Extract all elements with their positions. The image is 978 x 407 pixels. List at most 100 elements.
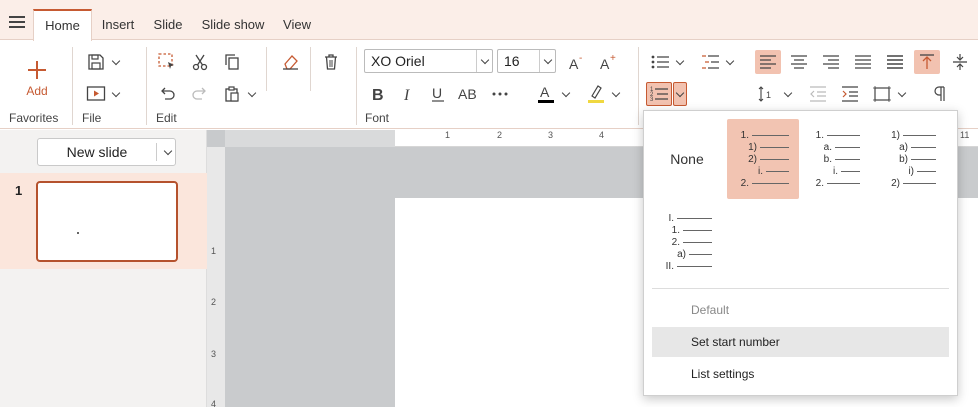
- list-marker: 1.: [815, 129, 824, 141]
- redo-icon[interactable]: [188, 82, 212, 106]
- align-left-icon[interactable]: [755, 50, 781, 74]
- decrease-font-size-icon[interactable]: A-: [566, 50, 590, 74]
- new-slide-button[interactable]: New slide: [37, 138, 176, 166]
- svg-text:B: B: [372, 87, 384, 103]
- list-line: [911, 146, 936, 148]
- list-marker: 2): [891, 177, 900, 189]
- paste-icon[interactable]: [220, 82, 244, 106]
- align-right-icon[interactable]: [819, 50, 843, 74]
- text-box-dropdown-chevron-icon[interactable]: [896, 82, 908, 106]
- ruler-number: 4: [599, 130, 605, 140]
- list-marker: 2): [748, 153, 757, 165]
- list-line: [827, 134, 860, 136]
- list-line: [766, 170, 789, 172]
- list-marker: 1.: [671, 224, 680, 236]
- text-box-margins-icon[interactable]: [870, 82, 894, 106]
- ruler-number: 2: [211, 297, 217, 307]
- ruler-number: 3: [211, 349, 217, 359]
- default-menu-item[interactable]: Default: [652, 295, 949, 325]
- slide-list-item[interactable]: 1: [0, 173, 207, 269]
- save-icon[interactable]: [84, 50, 108, 74]
- font-group-label: Font: [365, 111, 390, 125]
- list-line: [903, 182, 936, 184]
- distributed-icon[interactable]: [883, 50, 907, 74]
- new-slide-dropdown-chevron-icon[interactable]: [162, 143, 174, 161]
- italic-icon[interactable]: I: [396, 82, 420, 106]
- delete-trash-icon[interactable]: [319, 50, 343, 74]
- numbering-preset-option[interactable]: 1. a. b. i. 2.: [804, 119, 876, 199]
- list-line: [903, 134, 936, 136]
- slide-thumbnail[interactable]: [36, 181, 178, 262]
- new-slide-label: New slide: [66, 144, 128, 160]
- list-marker: 2.: [740, 177, 749, 189]
- add-button-label[interactable]: Add: [18, 84, 56, 98]
- font-size-select[interactable]: 16: [497, 49, 556, 73]
- play-dropdown-chevron-icon[interactable]: [110, 82, 122, 106]
- favorites-group-label: Favorites: [9, 111, 59, 125]
- highlight-color-icon[interactable]: [584, 82, 608, 106]
- undo-icon[interactable]: [155, 82, 179, 106]
- numbered-list-icon[interactable]: 123: [646, 82, 672, 106]
- add-icon[interactable]: [24, 57, 50, 83]
- line-spacing-dropdown-chevron-icon[interactable]: [782, 82, 794, 106]
- list-marker: i.: [758, 165, 763, 177]
- save-dropdown-chevron-icon[interactable]: [110, 50, 122, 74]
- paragraph-mark-icon[interactable]: [928, 82, 952, 106]
- list-settings-menu-item[interactable]: List settings: [652, 359, 949, 389]
- chevron-down-icon[interactable]: [476, 50, 492, 72]
- bullet-dropdown-chevron-icon[interactable]: [674, 50, 686, 74]
- tab-insert[interactable]: Insert: [96, 10, 140, 40]
- list-line: [677, 217, 712, 219]
- align-center-icon[interactable]: [787, 50, 811, 74]
- decrease-indent-icon[interactable]: [806, 82, 830, 106]
- numbering-preset-option[interactable]: 1. 1) 2) i. 2.: [727, 119, 799, 199]
- tab-slide-show[interactable]: Slide show: [199, 10, 267, 40]
- underline-icon[interactable]: U: [426, 82, 450, 106]
- tab-view[interactable]: View: [279, 10, 315, 40]
- divider: [652, 288, 949, 289]
- list-marker: a): [677, 248, 686, 260]
- align-top-icon[interactable]: [914, 50, 940, 74]
- numbering-format-dropdown: None 1. 1) 2) i. 2. 1. a. b. i. 2. 1) a)…: [643, 110, 958, 396]
- bullet-list-icon[interactable]: [648, 50, 672, 74]
- strikethrough-icon[interactable]: AB: [456, 82, 484, 106]
- multilevel-list-icon[interactable]: [698, 50, 722, 74]
- font-color-dropdown-chevron-icon[interactable]: [560, 82, 572, 106]
- list-line: [841, 170, 860, 172]
- list-line: [752, 134, 789, 136]
- increase-font-size-icon[interactable]: A +: [597, 50, 621, 74]
- tab-slide[interactable]: Slide: [148, 10, 188, 40]
- tab-home[interactable]: Home: [33, 9, 92, 41]
- numbering-preset-option[interactable]: I. 1. 2. a) II.: [654, 206, 726, 276]
- divider: [156, 143, 157, 161]
- copy-icon[interactable]: [220, 50, 244, 74]
- hamburger-menu-icon[interactable]: [9, 16, 25, 28]
- numbered-list-dropdown-chevron-icon[interactable]: [673, 82, 687, 106]
- set-start-number-menu-item[interactable]: Set start number: [652, 327, 949, 357]
- numbering-preset-option[interactable]: 1) a) b) i) 2): [880, 119, 952, 199]
- divider: [638, 47, 639, 125]
- bold-icon[interactable]: B: [366, 82, 390, 106]
- list-line: [835, 146, 860, 148]
- multilevel-dropdown-chevron-icon[interactable]: [724, 50, 736, 74]
- highlight-dropdown-chevron-icon[interactable]: [610, 82, 622, 106]
- clear-formatting-eraser-icon[interactable]: [279, 50, 303, 74]
- more-font-options-icon[interactable]: [488, 82, 512, 106]
- font-color-icon[interactable]: A: [534, 82, 558, 106]
- paste-dropdown-chevron-icon[interactable]: [246, 82, 258, 106]
- ruler-number: 1: [211, 246, 217, 256]
- increase-indent-icon[interactable]: [838, 82, 862, 106]
- font-name-select[interactable]: XO Oriel: [364, 49, 493, 73]
- numbering-none-option[interactable]: None: [654, 119, 720, 199]
- list-line: [683, 241, 712, 243]
- menu-bar: Home Insert Slide Slide show View: [0, 0, 978, 41]
- align-middle-icon[interactable]: [948, 50, 972, 74]
- select-icon[interactable]: [155, 50, 179, 74]
- slideshow-play-icon[interactable]: [84, 82, 108, 106]
- cut-icon[interactable]: [188, 50, 212, 74]
- justify-icon[interactable]: [851, 50, 875, 74]
- line-spacing-icon[interactable]: 1: [756, 82, 780, 106]
- list-marker: b.: [823, 153, 832, 165]
- list-marker: 2.: [671, 236, 680, 248]
- chevron-down-icon[interactable]: [539, 50, 555, 72]
